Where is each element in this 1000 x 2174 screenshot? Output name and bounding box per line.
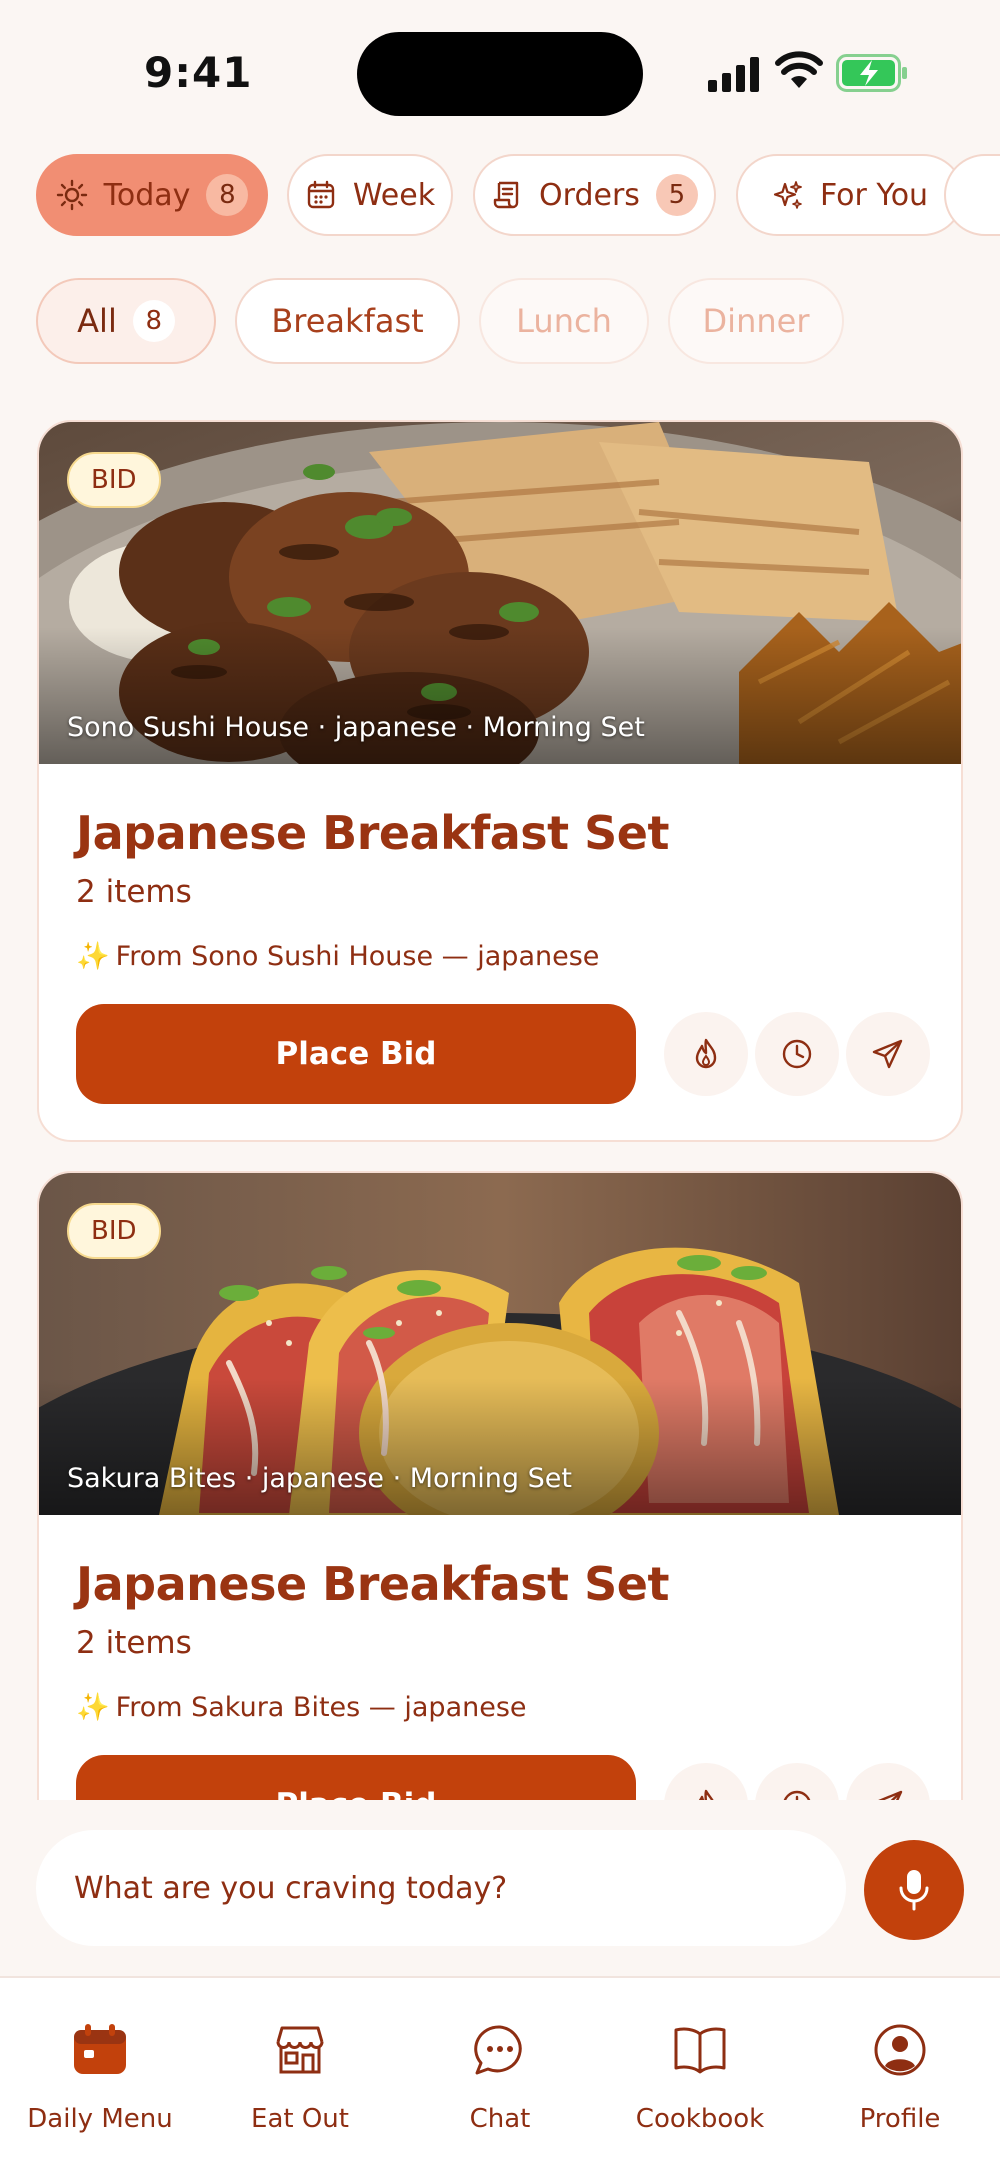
sparkle-icon: ✨ <box>76 1692 110 1723</box>
microphone-icon <box>899 1870 929 1911</box>
meal-filters: All 8 Breakfast Lunch Dinner <box>36 278 1000 368</box>
sparkles-icon <box>773 181 802 209</box>
wifi-icon <box>775 51 823 88</box>
calendar-filled-icon <box>74 2024 126 2074</box>
place-bid-button[interactable]: Place Bid <box>76 1004 636 1104</box>
send-icon <box>872 1039 903 1069</box>
restaurant-source: ✨ From Sakura Bites — japanese <box>76 1691 527 1723</box>
app-screen: 9:41 Today 8 Week Orders 5 For You All 8… <box>0 0 1000 2174</box>
meal-feed[interactable]: BID Sono Sushi House · japanese · Mornin… <box>0 420 1000 1800</box>
restaurant-source-text: From Sakura Bites — japanese <box>115 1692 527 1723</box>
craving-search[interactable] <box>36 1830 846 1946</box>
craving-search-input[interactable] <box>74 1870 814 1906</box>
flame-icon <box>698 1789 714 1800</box>
chat-bubble-icon <box>474 2025 522 2075</box>
nav-eat-out[interactable]: Eat Out <box>200 1978 400 2174</box>
filter-all-label: All <box>77 302 117 340</box>
tab-orders[interactable]: Orders 5 <box>473 154 716 236</box>
item-count: 2 items <box>76 1625 192 1661</box>
spicy-button[interactable] <box>664 1763 748 1800</box>
filter-dinner[interactable]: Dinner <box>668 278 844 364</box>
tab-for-you-label: For You <box>819 177 929 213</box>
nav-daily-menu[interactable]: Daily Menu <box>0 1978 200 2174</box>
schedule-button[interactable] <box>755 1012 839 1096</box>
open-book-icon <box>674 2027 726 2074</box>
send-icon <box>878 1790 903 1800</box>
photo-caption: Sakura Bites · japanese · Morning Set <box>67 1463 572 1494</box>
tab-today-label: Today <box>103 177 191 213</box>
status-bar: 9:41 <box>0 0 1000 140</box>
dynamic-island <box>357 32 643 116</box>
receipt-icon <box>493 181 519 209</box>
sparkle-icon: ✨ <box>76 941 110 972</box>
item-count: 2 items <box>76 874 192 910</box>
sun-icon <box>56 179 87 211</box>
filter-all-count: 8 <box>132 300 175 342</box>
clock-icon <box>782 1039 812 1069</box>
status-time: 9:41 <box>144 48 253 97</box>
restaurant-source-text: From Sono Sushi House — japanese <box>115 941 600 972</box>
bid-badge: BID <box>67 1203 161 1259</box>
photo-caption: Sono Sushi House · japanese · Morning Se… <box>67 712 645 743</box>
place-bid-button[interactable]: Place Bid <box>76 1755 636 1800</box>
nav-cookbook-label: Cookbook <box>635 2104 765 2134</box>
filter-all[interactable]: All 8 <box>36 278 216 364</box>
schedule-button[interactable] <box>755 1763 839 1800</box>
tab-orders-count: 5 <box>655 174 698 216</box>
user-circle-icon <box>874 2024 926 2076</box>
bottom-navigation: Daily Menu Eat Out Chat Cookbook Profile <box>0 1976 1000 2174</box>
nav-cookbook[interactable]: Cookbook <box>600 1978 800 2174</box>
restaurant-source: ✨ From Sono Sushi House — japanese <box>76 940 599 972</box>
view-tabs: Today 8 Week Orders 5 For You <box>36 154 1000 238</box>
storefront-icon <box>276 2026 324 2074</box>
tab-orders-label: Orders <box>539 177 640 213</box>
filter-breakfast-label: Breakfast <box>271 302 424 340</box>
nav-chat-label: Chat <box>469 2104 531 2134</box>
filter-lunch[interactable]: Lunch <box>479 278 649 364</box>
voice-input-button[interactable] <box>864 1840 964 1940</box>
clock-icon <box>783 1790 811 1800</box>
cellular-signal-icon <box>708 57 759 92</box>
filter-breakfast[interactable]: Breakfast <box>235 278 460 364</box>
tab-today[interactable]: Today 8 <box>36 154 268 236</box>
card-title: Japanese Breakfast Set <box>76 806 670 860</box>
share-button[interactable] <box>846 1763 930 1800</box>
nav-eat-out-label: Eat Out <box>251 2104 349 2134</box>
battery-charging-icon <box>836 54 907 92</box>
meal-card[interactable]: BID Sakura Bites · japanese · Morning Se… <box>37 1171 963 1800</box>
tab-today-count: 8 <box>206 174 249 216</box>
card-title: Japanese Breakfast Set <box>76 1557 670 1611</box>
share-button[interactable] <box>846 1012 930 1096</box>
tab-week-label: Week <box>352 177 436 213</box>
tab-for-you[interactable]: For You <box>736 154 964 236</box>
flame-icon <box>695 1038 717 1069</box>
nav-profile-label: Profile <box>859 2104 941 2134</box>
filter-dinner-label: Dinner <box>702 302 810 340</box>
filter-lunch-label: Lunch <box>516 302 612 340</box>
calendar-icon <box>307 180 335 209</box>
tab-week[interactable]: Week <box>287 154 453 236</box>
nav-chat[interactable]: Chat <box>400 1978 600 2174</box>
meal-card[interactable]: BID Sono Sushi House · japanese · Mornin… <box>37 420 963 1142</box>
nav-daily-menu-label: Daily Menu <box>27 2104 173 2134</box>
nav-profile[interactable]: Profile <box>800 1978 1000 2174</box>
spicy-button[interactable] <box>664 1012 748 1096</box>
bid-badge: BID <box>67 452 161 508</box>
